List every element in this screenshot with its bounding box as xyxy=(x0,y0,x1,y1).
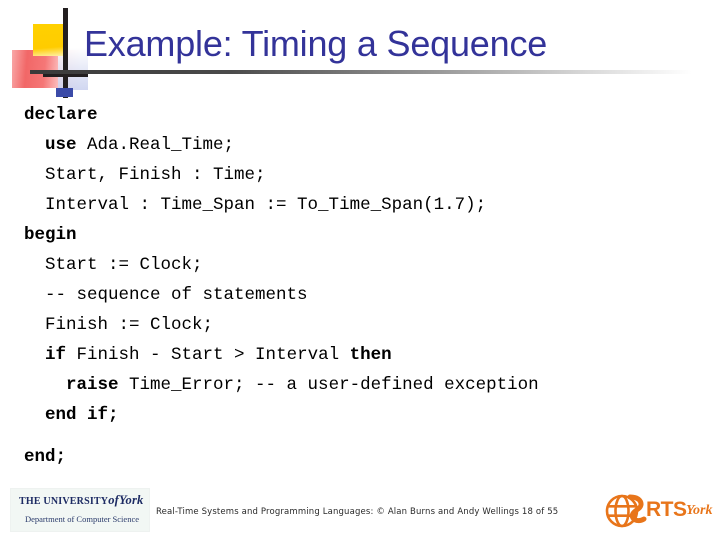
slide-title: Example: Timing a Sequence xyxy=(84,23,548,64)
code-keyword: end; xyxy=(24,447,67,467)
code-keyword: end if; xyxy=(45,405,119,425)
code-text: Start, Finish : Time; xyxy=(45,165,266,185)
code-line: use Ada.Real_Time; xyxy=(24,130,704,160)
code-line: raise Time_Error; -- a user-defined exce… xyxy=(24,370,704,400)
code-text: -- sequence of statements xyxy=(45,285,308,305)
rts-acronym-label: RTS xyxy=(646,498,687,521)
rts-york-suffix-label: York xyxy=(686,503,713,518)
code-line: Finish := Clock; xyxy=(24,310,704,340)
university-logo-name: York xyxy=(119,493,144,507)
code-line: end; xyxy=(24,442,704,472)
footer-credit-text: Real-Time Systems and Programming Langua… xyxy=(156,507,559,517)
decoration-yellow-square-shape xyxy=(33,24,64,56)
university-logo-of: of xyxy=(108,493,120,507)
code-text: Interval : Time_Span := To_Time_Span(1.7… xyxy=(45,195,487,215)
code-line: declare xyxy=(24,100,704,130)
university-logo-title: THE UNIVERSITYofYork xyxy=(19,493,145,508)
code-text: Start := Clock; xyxy=(45,255,203,275)
code-text: Time_Error; -- a user-defined exception xyxy=(129,375,539,395)
code-line: end if; xyxy=(24,400,704,430)
code-line: Start := Clock; xyxy=(24,250,704,280)
code-block: declare use Ada.Real_Time; Start, Finish… xyxy=(24,100,704,472)
decoration-vertical-bar xyxy=(63,8,68,98)
university-logo-prefix: THE UNIVERSITY xyxy=(19,496,109,507)
code-text: Finish := Clock; xyxy=(45,315,214,335)
code-line: if Finish - Start > Interval then xyxy=(24,340,704,370)
code-keyword: then xyxy=(349,345,392,365)
code-keyword: use xyxy=(45,135,88,155)
code-text: Ada.Real_Time; xyxy=(87,135,235,155)
code-line: begin xyxy=(24,220,704,250)
code-keyword: begin xyxy=(24,225,77,245)
code-line: Interval : Time_Span := To_Time_Span(1.7… xyxy=(24,190,704,220)
code-line: -- sequence of statements xyxy=(24,280,704,310)
code-keyword: if xyxy=(45,345,77,365)
code-keyword: declare xyxy=(24,105,98,125)
code-keyword: raise xyxy=(66,375,130,395)
university-logo-department: Department of Computer Science xyxy=(24,514,139,524)
university-of-york-logo: THE UNIVERSITYofYork Department of Compu… xyxy=(10,488,150,532)
decoration-blue-square-shape xyxy=(56,88,73,97)
code-line: Start, Finish : Time; xyxy=(24,160,704,190)
code-text: Finish - Start > Interval xyxy=(76,345,350,365)
title-underline-rule xyxy=(30,70,692,74)
rts-york-logo: RTS York xyxy=(600,488,712,534)
